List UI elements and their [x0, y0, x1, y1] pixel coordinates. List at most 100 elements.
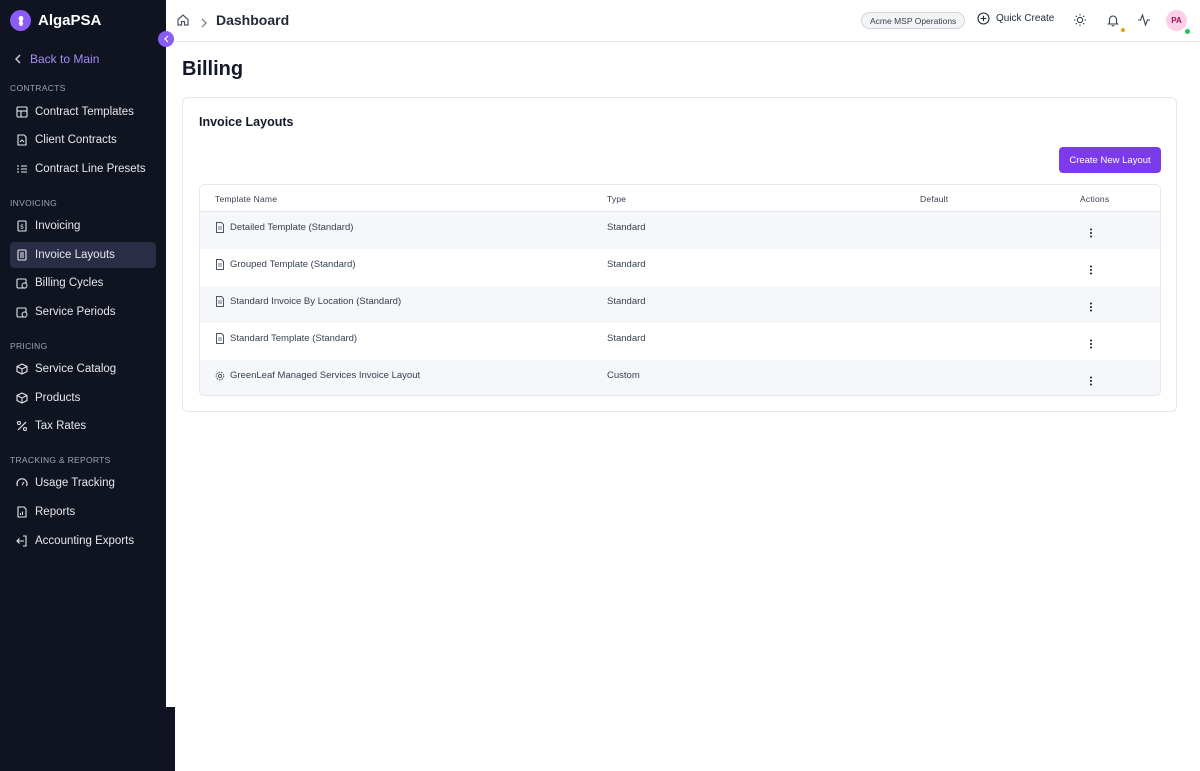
row-actions-menu-icon[interactable]	[1089, 336, 1093, 349]
page-title: Billing	[182, 58, 244, 80]
table-row[interactable]: Standard Invoice By Location (Standard) …	[200, 286, 1160, 323]
theme-toggle-sun-icon[interactable]	[1073, 13, 1087, 32]
sidebar-item-billing-cycles[interactable]: Billing Cycles	[10, 270, 156, 296]
list-icon	[16, 163, 28, 175]
export-icon	[16, 535, 28, 547]
sidebar-item-client-contracts[interactable]: Client Contracts	[10, 127, 156, 153]
template-type: Standard	[607, 333, 646, 344]
sidebar-item-service-catalog[interactable]: Service Catalog	[10, 356, 156, 382]
file-signature-icon	[16, 134, 28, 146]
section-label-invoicing: INVOICING	[10, 198, 58, 208]
document-icon	[216, 259, 224, 270]
calendar-clock-icon	[16, 306, 28, 318]
collapse-sidebar-button[interactable]	[158, 31, 174, 47]
table-header: Template Name Type Default Actions	[200, 185, 1160, 212]
notification-dot	[1121, 28, 1125, 32]
svg-text:$: $	[20, 224, 24, 231]
gauge-icon	[16, 477, 28, 489]
invoice-layouts-card: Invoice Layouts Create New Layout Templa…	[182, 97, 1177, 412]
sidebar-footer	[0, 707, 166, 771]
document-icon	[216, 296, 224, 307]
sidebar-item-invoicing[interactable]: $ Invoicing	[10, 213, 156, 239]
create-new-layout-button[interactable]: Create New Layout	[1059, 147, 1161, 173]
sidebar-item-accounting-exports[interactable]: Accounting Exports	[10, 528, 156, 554]
template-name: GreenLeaf Managed Services Invoice Layou…	[230, 370, 421, 381]
percent-icon	[16, 420, 28, 432]
receipt-icon: $	[16, 220, 28, 232]
sidebar-item-label: Accounting Exports	[35, 535, 135, 547]
sidebar-item-contract-line-presets[interactable]: Contract Line Presets	[10, 156, 156, 182]
row-actions-menu-icon[interactable]	[1089, 225, 1093, 238]
table-row[interactable]: GreenLeaf Managed Services Invoice Layou…	[200, 360, 1160, 395]
brand-name: AlgaPSA	[38, 12, 102, 29]
sidebar-item-label: Products	[35, 392, 81, 404]
row-actions-menu-icon[interactable]	[1089, 299, 1093, 312]
sidebar-item-label: Reports	[35, 506, 76, 518]
chevron-left-icon	[15, 54, 21, 64]
sidebar-item-invoice-layouts[interactable]: Invoice Layouts	[10, 242, 156, 268]
plus-circle-icon	[977, 12, 990, 25]
chevron-left-icon	[163, 35, 168, 43]
table-row[interactable]: Detailed Template (Standard) Standard	[200, 212, 1160, 249]
column-header-template-name[interactable]: Template Name	[215, 194, 277, 204]
sidebar-item-label: Invoicing	[35, 220, 81, 232]
box-icon	[16, 392, 28, 404]
bell-icon[interactable]	[1106, 13, 1120, 32]
organization-badge[interactable]: Acme MSP Operations	[861, 12, 966, 29]
column-header-actions: Actions	[1080, 194, 1110, 204]
gear-icon	[215, 371, 225, 380]
template-name-cell: Grouped Template (Standard)	[215, 259, 356, 270]
package-icon	[16, 363, 28, 375]
brand[interactable]: AlgaPSA	[10, 10, 101, 31]
sidebar-item-label: Invoice Layouts	[35, 249, 115, 261]
sidebar-item-label: Tax Rates	[35, 420, 87, 432]
home-icon[interactable]	[176, 13, 190, 32]
section-label-pricing: PRICING	[10, 341, 48, 351]
sidebar-edge	[166, 707, 175, 771]
sidebar-item-products[interactable]: Products	[10, 385, 156, 411]
user-avatar[interactable]: PA	[1166, 10, 1187, 31]
sidebar-item-tax-rates[interactable]: Tax Rates	[10, 413, 156, 439]
online-status-dot	[1185, 29, 1190, 34]
table-row[interactable]: Grouped Template (Standard) Standard	[200, 249, 1160, 286]
row-actions-menu-icon[interactable]	[1089, 262, 1093, 275]
row-actions-menu-icon[interactable]	[1089, 373, 1093, 386]
template-type: Standard	[607, 222, 646, 233]
sidebar-item-usage-tracking[interactable]: Usage Tracking	[10, 470, 156, 496]
calendar-clock-icon	[16, 277, 28, 289]
card-title: Invoice Layouts	[199, 115, 294, 129]
template-name: Standard Invoice By Location (Standard)	[230, 296, 402, 307]
sidebar-item-reports[interactable]: Reports	[10, 499, 156, 525]
quick-create-label: Quick Create	[996, 13, 1055, 24]
brand-logo-icon	[10, 10, 31, 31]
template-icon	[16, 106, 28, 118]
column-header-default[interactable]: Default	[920, 194, 948, 204]
template-name-cell: GreenLeaf Managed Services Invoice Layou…	[215, 370, 420, 381]
report-icon	[16, 506, 28, 518]
table-row[interactable]: Standard Template (Standard) Standard	[200, 323, 1160, 360]
sidebar-item-label: Service Catalog	[35, 363, 117, 375]
template-name: Detailed Template (Standard)	[230, 222, 354, 233]
sidebar-item-service-periods[interactable]: Service Periods	[10, 299, 156, 325]
document-icon	[216, 222, 224, 233]
section-label-tracking-reports: TRACKING & REPORTS	[10, 455, 111, 465]
template-name-cell: Standard Template (Standard)	[215, 333, 357, 344]
activity-icon[interactable]	[1137, 13, 1151, 32]
sidebar-item-label: Service Periods	[35, 306, 116, 318]
sidebar-item-label: Contract Line Presets	[35, 163, 146, 175]
column-header-type[interactable]: Type	[607, 194, 626, 204]
document-icon	[16, 249, 28, 261]
chevron-right-icon	[200, 15, 208, 33]
sidebar: AlgaPSA Back to Main CONTRACTS Contract …	[0, 0, 166, 707]
document-icon	[216, 333, 224, 344]
quick-create-button[interactable]: Quick Create	[977, 12, 1054, 25]
top-bar: Dashboard Acme MSP Operations Quick Crea…	[166, 0, 1200, 42]
sidebar-item-label: Billing Cycles	[35, 277, 104, 289]
sidebar-item-label: Contract Templates	[35, 106, 134, 118]
template-name: Grouped Template (Standard)	[230, 259, 356, 270]
sidebar-item-contract-templates[interactable]: Contract Templates	[10, 99, 156, 125]
template-type: Standard	[607, 296, 646, 307]
back-to-main-link[interactable]: Back to Main	[14, 52, 99, 66]
back-to-main-label: Back to Main	[30, 52, 100, 66]
breadcrumb-title: Dashboard	[216, 12, 290, 28]
